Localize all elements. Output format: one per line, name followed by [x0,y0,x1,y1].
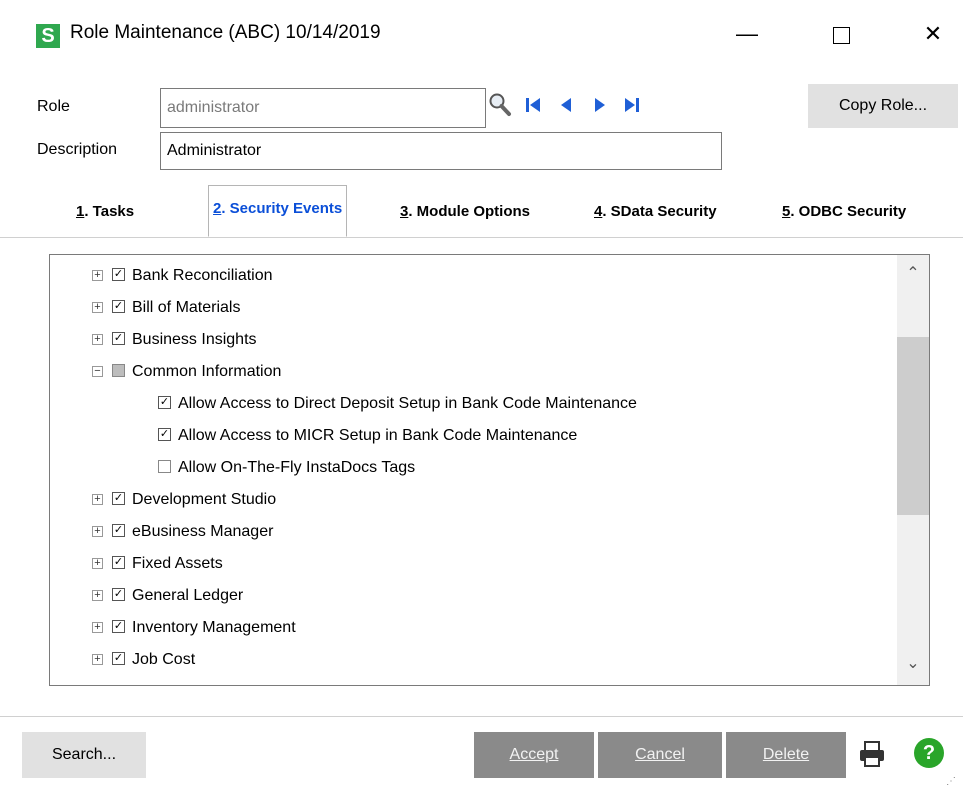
tree-row[interactable]: + ✓ Bank Reconciliation [50,260,895,292]
tree-checkbox[interactable]: ✓ [112,556,125,569]
expand-icon[interactable]: + [92,654,103,665]
expand-icon[interactable]: + [92,526,103,537]
tree-row[interactable]: + ✓ Inventory Management [50,612,895,644]
resize-grip-icon[interactable]: ⋰ [946,776,956,787]
last-record-icon[interactable] [620,90,644,120]
collapse-icon[interactable]: − [92,366,103,377]
tree-row[interactable]: − Common Information [50,356,895,388]
tree-row[interactable]: + ✓ Business Insights [50,324,895,356]
window-title: Role Maintenance (ABC) 10/14/2019 [70,22,381,43]
tree-item-label: Fixed Assets [132,555,223,572]
accept-button[interactable]: Accept [474,732,594,778]
expand-icon[interactable]: + [92,558,103,569]
maximize-icon [832,26,850,44]
tab-divider [0,237,963,238]
delete-button-label: Delete [762,746,810,763]
print-icon[interactable] [856,738,888,770]
previous-record-icon[interactable] [554,90,578,120]
scroll-down-icon[interactable]: ⌄ [897,653,929,679]
tree-row[interactable]: + ✓ eBusiness Manager [50,516,895,548]
tab-module-options-label: . Module Options [408,203,530,220]
tab-module-options[interactable]: 3. Module Options [400,203,530,220]
lookup-search-icon[interactable] [488,90,512,120]
tree-checkbox[interactable]: ✓ [112,620,125,633]
app-logo-icon: S [36,24,60,48]
tree-checkbox[interactable]: ✓ [112,492,125,505]
footer-divider [0,716,963,717]
role-input[interactable]: administrator [160,88,486,128]
tree-item-label: Allow On-The-Fly InstaDocs Tags [178,459,416,476]
tree-row[interactable]: + ✓ Development Studio [50,484,895,516]
tree-row[interactable]: + ✓ Job Cost [50,644,895,676]
tab-sdata-security-label: . SData Security [602,203,717,220]
close-button[interactable]: ✕ [910,14,956,54]
first-record-icon[interactable] [522,90,546,120]
scrollbar-thumb[interactable] [897,337,929,515]
tree-checkbox[interactable]: ✓ [112,652,125,665]
tree-checkbox[interactable]: ✓ [112,524,125,537]
tree-item-label: Job Cost [132,651,196,668]
tree-item-label: Allow Access to MICR Setup in Bank Code … [178,427,578,444]
tab-tasks-label: . Tasks [84,203,135,220]
scroll-up-icon[interactable]: ⌃ [897,263,929,289]
tree-item-label: Business Insights [132,331,257,348]
accept-button-label: Accept [509,746,559,763]
tab-security-events-label: . Security Events [221,200,343,217]
tree-checkbox[interactable]: ✓ [112,268,125,281]
tab-odbc-security[interactable]: 5. ODBC Security [782,203,906,220]
tab-odbc-security-label: . ODBC Security [790,203,907,220]
security-events-tree: + ✓ Bank Reconciliation + ✓ Bill of Materials… [49,254,930,686]
expand-icon[interactable]: + [92,494,103,505]
copy-role-button[interactable]: Copy Role... [808,84,958,128]
search-button[interactable]: Search... [22,732,146,778]
tab-strip: 1. Tasks 2. Security Events 3. Module Op… [0,185,963,237]
description-input[interactable]: Administrator [160,132,722,170]
expand-icon[interactable]: + [92,590,103,601]
tree-row[interactable]: ✓ Allow Access to MICR Setup in Bank Code… [50,420,895,452]
tree-checkbox[interactable]: ✓ [112,588,125,601]
tree-row[interactable]: ✓ Allow Access to Direct Deposit Setup in… [50,388,895,420]
expand-icon[interactable]: + [92,622,103,633]
tree-row[interactable]: Allow On-The-Fly InstaDocs Tags [50,452,895,484]
tree-checkbox[interactable]: ✓ [158,396,171,409]
tree-item-label: eBusiness Manager [132,523,274,540]
delete-button[interactable]: Delete [726,732,846,778]
help-icon[interactable]: ? [914,738,944,768]
tree-checkbox[interactable] [112,364,125,377]
tab-sdata-security[interactable]: 4. SData Security [594,203,717,220]
tab-security-events[interactable]: 2. Security Events [208,185,348,237]
role-label: Role [37,98,70,115]
tree-checkbox[interactable]: ✓ [112,332,125,345]
tree-item-label: Allow Access to Direct Deposit Setup in … [178,395,637,412]
expand-icon[interactable]: + [92,334,103,345]
tree-item-label: Inventory Management [132,619,296,636]
minimize-button[interactable]: — [724,14,770,54]
tree-item-label: Bill of Materials [132,299,241,316]
tree-item-label: General Ledger [132,587,244,604]
expand-icon[interactable]: + [92,302,103,313]
tree-item-label: Common Information [132,363,282,380]
description-label: Description [37,141,118,158]
tree-row[interactable]: + ✓ Bill of Materials [50,292,895,324]
tree-item-label: Development Studio [132,491,277,508]
tree-row[interactable]: + ✓ General Ledger [50,580,895,612]
tree-checkbox[interactable]: ✓ [112,300,125,313]
maximize-button[interactable] [818,14,864,54]
tree-row[interactable]: + ✓ Fixed Assets [50,548,895,580]
cancel-button-label: Cancel [635,746,685,763]
tab-tasks[interactable]: 1. Tasks [76,203,134,220]
vertical-scrollbar[interactable]: ⌃ ⌄ [897,255,929,685]
expand-icon[interactable]: + [92,270,103,281]
tree-item-label: Bank Reconciliation [132,267,273,284]
next-record-icon[interactable] [588,90,612,120]
cancel-button[interactable]: Cancel [598,732,722,778]
tree-checkbox[interactable] [158,460,171,473]
tree-checkbox[interactable]: ✓ [158,428,171,441]
